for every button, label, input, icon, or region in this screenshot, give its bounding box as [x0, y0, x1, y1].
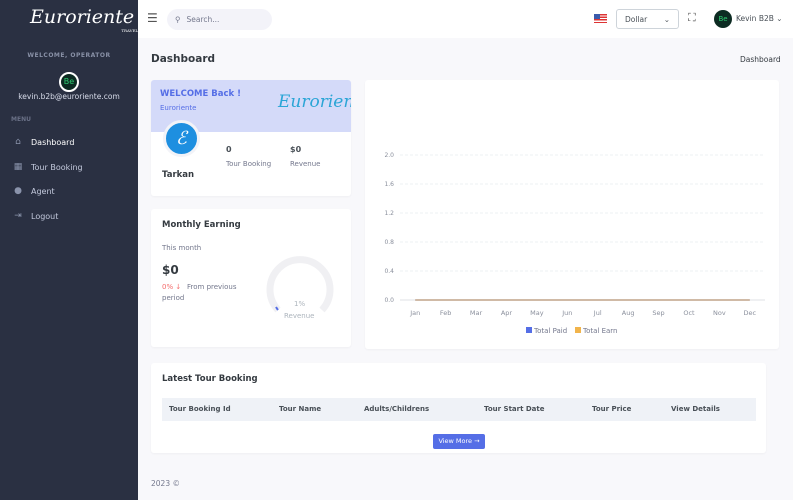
- search-input[interactable]: ⚲ Search...: [167, 9, 272, 30]
- search-placeholder: Search...: [186, 15, 220, 24]
- page-title: Dashboard: [151, 53, 216, 65]
- x-tick-label: Jun: [561, 309, 572, 317]
- column-header: Adults/Childrens: [364, 405, 430, 413]
- user-avatar[interactable]: Be: [714, 10, 732, 28]
- x-tick-label: Apr: [501, 309, 513, 317]
- revenue-label: Revenue: [290, 160, 321, 168]
- company-avatar: ℰ: [163, 120, 200, 157]
- menu-label: MENU: [11, 116, 31, 123]
- welcome-label: WELCOME, OPERATOR: [27, 52, 111, 59]
- sidebar-item-logout[interactable]: ⇥ Logout: [13, 211, 58, 221]
- x-tick-label: Nov: [713, 309, 726, 317]
- legend-marker: [575, 327, 581, 333]
- x-tick-label: Feb: [440, 309, 452, 317]
- topbar: ☰ ⚲ Search... Dollar ⌄ ⛶ Be Kevin B2B ⌄: [138, 0, 793, 38]
- earning-amount: $0: [162, 263, 179, 277]
- user-name: Kevin B2B: [736, 14, 774, 23]
- footer-text: 2023 ©: [151, 479, 180, 488]
- y-tick-label: 1.2: [384, 210, 394, 217]
- y-tick-label: 0.8: [384, 239, 394, 246]
- legend-label: Total Paid: [533, 327, 567, 335]
- user-email: kevin.b2b@euroriente.com: [18, 92, 120, 101]
- sidebar-item-label: Dashboard: [31, 137, 75, 147]
- fullscreen-icon[interactable]: ⛶: [688, 11, 696, 25]
- euroriente-logo: Euroriente: [278, 92, 351, 112]
- sidebar-item-dashboard[interactable]: ⌂ Dashboard: [13, 137, 74, 147]
- hamburger-icon[interactable]: ☰: [147, 11, 158, 25]
- legend-label: Total Earn: [582, 327, 617, 335]
- home-icon: ⌂: [15, 137, 21, 147]
- search-icon: ⚲: [175, 15, 181, 24]
- chevron-down-icon: ⌄: [776, 14, 783, 23]
- x-tick-label: May: [530, 309, 544, 317]
- x-tick-label: Dec: [744, 309, 757, 317]
- welcome-card: WELCOME Back ! Euroriente Euroriente ℰ T…: [151, 80, 351, 196]
- column-header: Tour Start Date: [484, 405, 545, 413]
- gauge-value: 1%: [294, 300, 306, 308]
- sidebar: Euroriente TRAVEL WELCOME, OPERATOR Be ke…: [0, 0, 138, 500]
- column-header: Tour Price: [592, 405, 632, 413]
- sidebar-item-label: Tour Booking: [31, 162, 83, 172]
- revenue-amount: $0: [290, 145, 302, 154]
- column-header: Tour Booking Id: [169, 405, 231, 413]
- y-tick-label: 2.0: [384, 152, 394, 159]
- logo-text: Euroriente: [30, 6, 135, 28]
- x-tick-label: Mar: [470, 309, 483, 317]
- welcome-subtitle: Euroriente: [160, 104, 197, 112]
- x-tick-label: Sep: [652, 309, 664, 317]
- monthly-earning-card: Monthly Earning This month $0 0% ↓ From …: [151, 209, 351, 347]
- avatar: Be: [59, 72, 79, 92]
- earnings-chart: 0.0 0.4 0.8 1.2 1.6 2.0 Jan Feb Mar Apr May Jun Jul A…: [384, 152, 765, 335]
- sidebar-item-agent[interactable]: ● Agent: [13, 186, 55, 196]
- column-header: Tour Name: [279, 405, 322, 413]
- table-header: Tour Booking Id Tour Name Adults/Childre…: [162, 398, 756, 421]
- sidebar-item-tour-booking[interactable]: ▦ Tour Booking: [13, 162, 83, 172]
- welcome-title: WELCOME Back !: [160, 89, 242, 99]
- legend-marker: [526, 327, 532, 333]
- bookings-label: Tour Booking: [226, 160, 272, 168]
- user-icon: ●: [14, 186, 22, 196]
- currency-select[interactable]: Dollar ⌄: [616, 9, 679, 29]
- sidebar-item-label: Logout: [31, 211, 59, 221]
- building-icon: ▦: [13, 162, 23, 172]
- earnings-chart-card: 0.0 0.4 0.8 1.2 1.6 2.0 Jan Feb Mar Apr May Jun Jul A…: [365, 80, 779, 349]
- x-tick-label: Jan: [409, 309, 420, 317]
- chevron-down-icon: ⌄: [663, 14, 670, 24]
- logo[interactable]: Euroriente TRAVEL: [30, 6, 138, 33]
- logo-subtext: TRAVEL: [121, 28, 139, 33]
- sidebar-item-label: Agent: [31, 186, 55, 196]
- us-flag-icon[interactable]: [594, 14, 607, 23]
- card-title: Latest Tour Booking: [162, 374, 258, 384]
- period-label: This month: [162, 244, 202, 252]
- user-name: Tarkan: [162, 170, 195, 180]
- breadcrumb[interactable]: Dashboard: [740, 55, 781, 64]
- x-tick-label: Oct: [683, 309, 695, 317]
- x-tick-label: Jul: [593, 309, 602, 317]
- change-text-2: period: [162, 294, 185, 302]
- change-text: From previous: [187, 283, 237, 291]
- user-menu[interactable]: Kevin B2B ⌄: [736, 14, 783, 23]
- currency-value: Dollar: [625, 14, 648, 24]
- view-more-button[interactable]: View More →: [433, 434, 485, 449]
- column-header: View Details: [671, 405, 720, 413]
- latest-bookings-card: Latest Tour Booking Tour Booking Id Tour…: [151, 363, 766, 453]
- x-tick-label: Aug: [622, 309, 635, 317]
- y-tick-label: 0.4: [384, 268, 394, 275]
- change-percent: 0% ↓: [162, 283, 182, 291]
- y-tick-label: 0.0: [384, 297, 394, 304]
- y-tick-label: 1.6: [384, 181, 394, 188]
- bookings-count: 0: [226, 145, 232, 154]
- logout-icon: ⇥: [14, 211, 22, 221]
- gauge-label: Revenue: [284, 312, 315, 320]
- card-title: Monthly Earning: [162, 220, 241, 230]
